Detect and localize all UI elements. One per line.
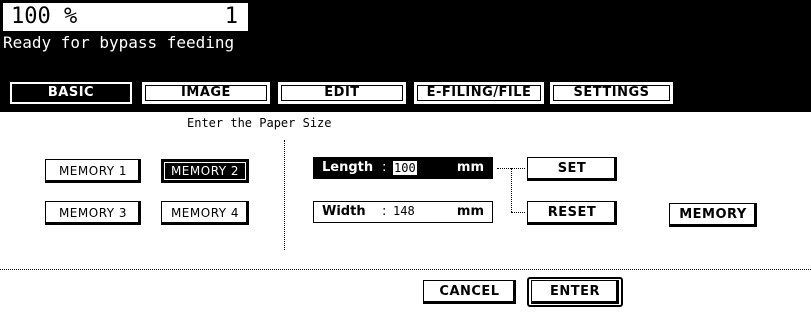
- footer-divider: [0, 269, 811, 270]
- vertical-divider: [284, 140, 285, 250]
- tab-edit[interactable]: EDIT: [277, 81, 407, 105]
- zoom-display: 100 %: [11, 4, 78, 29]
- width-field[interactable]: Width : 148 mm: [313, 201, 493, 223]
- memory-button[interactable]: MEMORY: [669, 203, 757, 227]
- memory-1-button[interactable]: MEMORY 1: [45, 159, 141, 183]
- width-colon: :: [382, 204, 387, 219]
- memory-2-button[interactable]: MEMORY 2: [161, 159, 249, 183]
- length-unit: mm: [456, 160, 484, 175]
- header-bar: 100 % 1 Ready for bypass feeding BASIC I…: [0, 0, 811, 112]
- connector-line-set: [511, 168, 525, 169]
- cancel-button[interactable]: CANCEL: [423, 280, 516, 304]
- set-button[interactable]: SET: [527, 157, 617, 181]
- length-field[interactable]: Length : 100 mm: [313, 157, 493, 179]
- memory-4-button[interactable]: MEMORY 4: [161, 201, 249, 225]
- memory-3-button[interactable]: MEMORY 3: [45, 201, 141, 225]
- tab-image[interactable]: IMAGE: [141, 81, 271, 105]
- width-unit: mm: [456, 204, 484, 219]
- tab-settings[interactable]: SETTINGS: [549, 81, 674, 105]
- status-box: 100 % 1: [2, 2, 249, 32]
- length-label: Length: [322, 160, 374, 175]
- enter-button[interactable]: ENTER: [531, 280, 619, 304]
- length-value[interactable]: 100: [393, 161, 417, 175]
- length-colon: :: [382, 160, 387, 175]
- connector-line-top: [497, 168, 511, 169]
- status-message: Ready for bypass feeding: [3, 33, 235, 52]
- width-value[interactable]: 148: [393, 204, 415, 218]
- instruction-text: Enter the Paper Size: [187, 116, 332, 130]
- tab-e-filing-file[interactable]: E-FILING/FILE: [413, 81, 545, 105]
- connector-line-reset: [511, 212, 525, 213]
- connector-line-vertical: [511, 168, 512, 212]
- width-label: Width: [322, 204, 366, 219]
- tab-basic[interactable]: BASIC: [9, 81, 133, 105]
- copies-count: 1: [224, 4, 238, 29]
- reset-button[interactable]: RESET: [527, 201, 617, 225]
